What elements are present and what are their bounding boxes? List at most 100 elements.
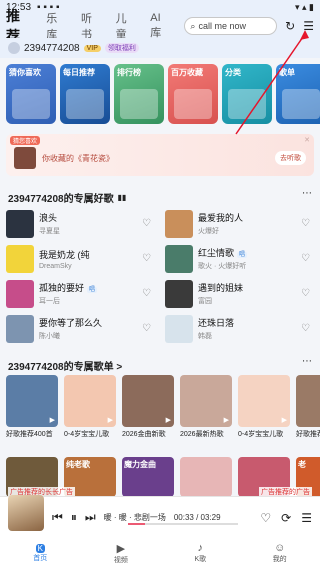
menu-icon[interactable]: ☰ bbox=[303, 19, 314, 33]
song-tag: 唱 bbox=[87, 287, 98, 293]
song-title: 要你等了那么久 bbox=[39, 318, 103, 328]
playlist-name: 2026金曲新歌 bbox=[122, 431, 166, 438]
player-album-art[interactable] bbox=[8, 494, 44, 531]
heart-icon[interactable]: ♡ bbox=[142, 288, 151, 299]
nav-video[interactable]: ▶ 视频 bbox=[114, 542, 128, 565]
section-title-playlists[interactable]: 2394774208的专属歌单 > bbox=[8, 358, 122, 373]
heart-icon[interactable]: ♡ bbox=[301, 323, 310, 334]
next-icon[interactable]: ⏭ bbox=[85, 510, 96, 525]
category-tile[interactable]: 歌单 bbox=[276, 64, 320, 124]
song-artist: 韩磊 bbox=[198, 333, 212, 340]
loop-icon[interactable]: ⟳ bbox=[281, 511, 291, 525]
playlist-card[interactable]: 魔力金曲 bbox=[122, 457, 174, 497]
category-tile[interactable]: 每日推荐 bbox=[60, 64, 110, 124]
playlist-cover: ▶ bbox=[64, 375, 116, 427]
playlist-card[interactable] bbox=[180, 457, 232, 497]
playlist-card[interactable]: ▶ 0-4岁宝宝儿歌 bbox=[238, 375, 290, 453]
category-label: 排行榜 bbox=[117, 68, 141, 77]
heart-icon[interactable]: ♡ bbox=[142, 323, 151, 334]
category-artwork bbox=[66, 89, 104, 119]
list-item[interactable]: 孤独的要好唱耳一后 ♡ bbox=[6, 276, 155, 311]
heart-icon[interactable]: ♡ bbox=[142, 218, 151, 229]
more-icon[interactable]: ⋯ bbox=[302, 188, 312, 199]
search-icon: ⌕ bbox=[190, 20, 196, 31]
banner-listen-button[interactable]: 去听歌 bbox=[275, 151, 306, 165]
play-icon[interactable]: ▶ bbox=[50, 416, 55, 424]
vip-badge[interactable]: VIP bbox=[83, 44, 101, 52]
category-label: 百万收藏 bbox=[171, 68, 203, 77]
play-all-icon[interactable]: ▮▮ bbox=[118, 193, 127, 202]
playlist-card[interactable]: ▶ 好歌推荐400首 bbox=[6, 375, 58, 453]
playlist-card[interactable]: ▶ 2026金曲新歌 bbox=[122, 375, 174, 453]
category-label: 歌单 bbox=[279, 68, 295, 77]
play-icon[interactable]: ▶ bbox=[224, 416, 229, 424]
list-item[interactable]: 最爱我的人 火爆好 ♡ bbox=[165, 206, 314, 241]
user-name[interactable]: 2394774208 bbox=[24, 43, 80, 54]
category-artwork bbox=[282, 89, 320, 119]
mini-player[interactable]: ⏮ ⏸ ⏭ 暖 · 暖 · 悲剧一场 00:33 / 03:29 ♡ ⟳ ☰ bbox=[0, 494, 320, 538]
heart-icon[interactable]: ♡ bbox=[142, 253, 151, 264]
category-tile[interactable]: 分类 bbox=[222, 64, 272, 124]
list-item[interactable]: 还珠日落韩磊 ♡ bbox=[165, 311, 314, 346]
play-icon[interactable]: ▶ bbox=[282, 416, 287, 424]
song-title-text: 孤独的要好 bbox=[39, 283, 85, 293]
song-cover bbox=[165, 209, 193, 238]
karaoke-icon: ♪ bbox=[197, 542, 204, 554]
list-item[interactable]: 要你等了那么久 陈小曦 ♡ bbox=[6, 311, 155, 346]
category-tile[interactable]: 排行榜 bbox=[114, 64, 164, 124]
tab-ai[interactable]: AI库 bbox=[150, 12, 170, 40]
pause-icon[interactable]: ⏸ bbox=[71, 510, 77, 525]
promo-banner[interactable]: 猜您喜欢 你收藏的《青花瓷》 去听歌 ✕ bbox=[6, 134, 314, 176]
play-icon[interactable]: ▶ bbox=[166, 416, 171, 424]
heart-icon[interactable]: ♡ bbox=[260, 511, 271, 525]
previous-icon[interactable]: ⏮ bbox=[52, 510, 63, 525]
category-tile[interactable]: 百万收藏 bbox=[168, 64, 218, 124]
refresh-icon[interactable]: ↻ bbox=[285, 19, 295, 33]
list-item[interactable]: 我是奶龙 (纯 DreamSky ♡ bbox=[6, 241, 155, 276]
playlist-name: 0-4岁宝宝儿歌 bbox=[238, 431, 284, 438]
playlist-card[interactable]: ▶ 0-4岁宝宝儿歌 bbox=[64, 375, 116, 453]
play-icon[interactable]: ▶ bbox=[108, 416, 113, 424]
category-label: 每日推荐 bbox=[63, 68, 95, 77]
song-title: 最爱我的人 bbox=[198, 213, 244, 223]
banner-tag: 猜您喜欢 bbox=[10, 136, 41, 145]
nav-mine[interactable]: ☺ 我的 bbox=[273, 542, 287, 564]
heart-icon[interactable]: ♡ bbox=[301, 288, 310, 299]
playlist-cover: ▶ bbox=[296, 375, 320, 427]
section-title-text: 2394774208的专属好歌 bbox=[8, 194, 114, 205]
playlist-card[interactable]: ▶ 2026最新热歌 bbox=[180, 375, 232, 453]
song-title: 红尘情歌唱 bbox=[198, 246, 248, 259]
song-cover bbox=[165, 244, 193, 273]
banner-text: 你收藏的《青花瓷》 bbox=[42, 153, 114, 163]
song-artist: 歌火 · 火爆好听 bbox=[198, 263, 247, 270]
close-icon[interactable]: ✕ bbox=[304, 136, 310, 144]
song-title: 遇到的姐妹 bbox=[198, 283, 244, 293]
list-item[interactable]: 浪头 寻夏星 ♡ bbox=[6, 206, 155, 241]
more-icon[interactable]: ⋯ bbox=[302, 356, 312, 367]
category-artwork bbox=[120, 89, 158, 119]
player-progress[interactable] bbox=[128, 523, 238, 525]
song-cover bbox=[165, 314, 193, 343]
player-progress-fill bbox=[128, 523, 145, 525]
list-item[interactable]: 遇到的姐妹 富园 ♡ bbox=[165, 276, 314, 311]
heart-icon[interactable]: ♡ bbox=[301, 218, 310, 229]
playlist-icon[interactable]: ☰ bbox=[301, 511, 312, 525]
gift-badge[interactable]: 领取福利 bbox=[104, 43, 139, 53]
playlist-card[interactable]: ▶ 好歌推荐 bbox=[296, 375, 320, 453]
avatar[interactable] bbox=[8, 42, 20, 54]
list-item[interactable]: 红尘情歌唱歌火 · 火爆好听 ♡ bbox=[165, 241, 314, 276]
playlist-name: 好歌推荐400首 bbox=[6, 431, 53, 438]
song-artist: 陈小曦 bbox=[39, 333, 60, 340]
heart-icon[interactable]: ♡ bbox=[301, 253, 310, 264]
player-time: 00:33 / 03:29 bbox=[173, 513, 221, 522]
category-tile[interactable]: 猜你喜欢 bbox=[6, 64, 56, 124]
song-title: 还珠日落 bbox=[198, 318, 235, 328]
song-artist: 耳一后 bbox=[39, 298, 60, 305]
search-input[interactable]: ⌕ call me now bbox=[184, 17, 278, 35]
nav-karaoke[interactable]: ♪ K歌 bbox=[194, 542, 206, 564]
nav-label: 视频 bbox=[113, 556, 128, 564]
song-title: 浪头 bbox=[39, 213, 58, 223]
banner-thumbnail bbox=[14, 147, 36, 169]
profile-icon: ☺ bbox=[274, 542, 286, 554]
nav-home[interactable]: K 首页 bbox=[33, 543, 47, 563]
